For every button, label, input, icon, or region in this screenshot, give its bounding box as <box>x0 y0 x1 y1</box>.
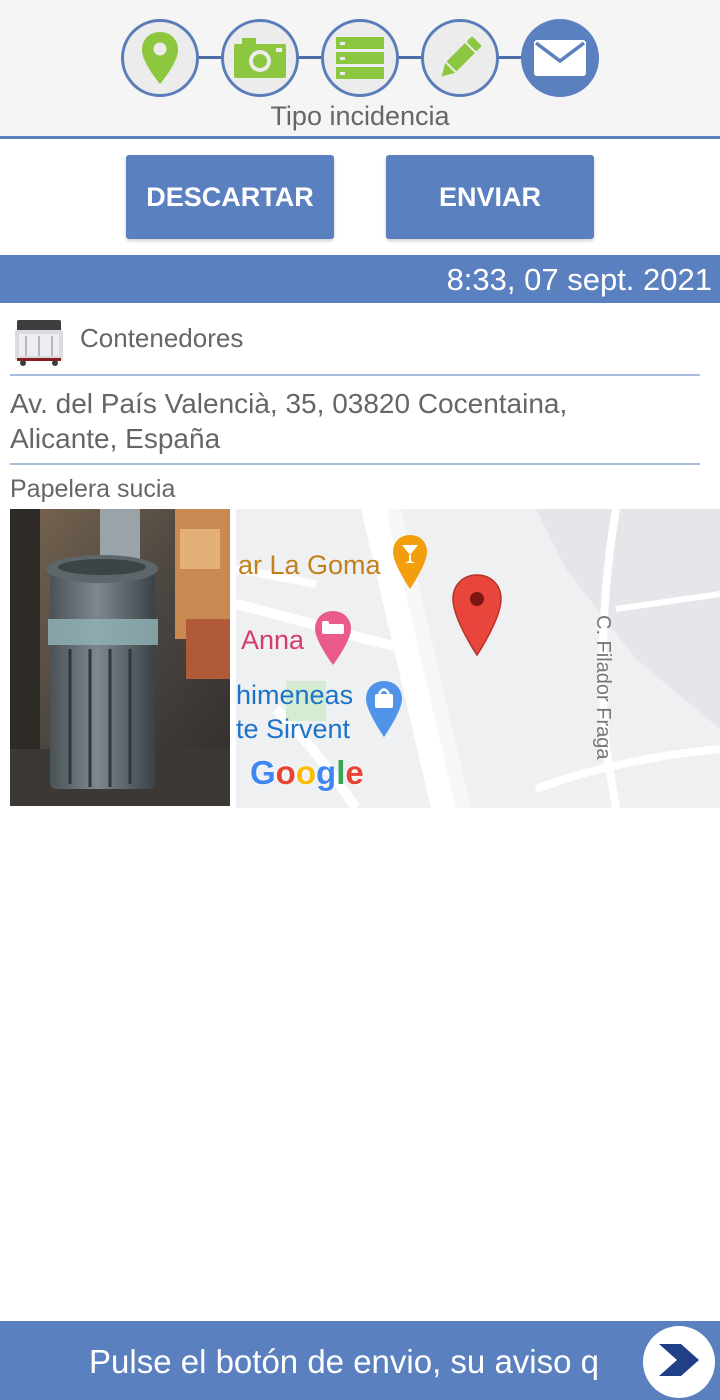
camera-icon <box>232 36 288 80</box>
location-map[interactable]: ar La Goma Anna himeneas te Sirvent C. F… <box>236 509 720 808</box>
container-icon <box>13 316 65 366</box>
pencil-icon <box>434 32 486 84</box>
incident-description: Papelera sucia <box>10 475 176 503</box>
google-logo: Google <box>250 754 364 792</box>
map-place-label: Anna <box>241 625 305 655</box>
date-bar: 8:33, 07 sept. 2021 <box>0 255 720 303</box>
info-banner: Pulse el botón de envio, su aviso q <box>0 1321 720 1400</box>
logo-letter: o <box>275 754 296 791</box>
discard-button[interactable]: DESCARTAR <box>126 155 334 239</box>
shop-pin-icon[interactable] <box>364 679 404 744</box>
location-pin-icon <box>140 30 180 86</box>
list-icon <box>334 35 386 81</box>
logo-letter: o <box>295 754 317 791</box>
map-place-label: te Sirvent <box>236 714 351 744</box>
map-street-label: C. Filador Fraga <box>592 615 614 760</box>
chevron-right-icon <box>655 1342 703 1383</box>
map-place-label: himeneas <box>236 680 354 710</box>
bar-pin-icon[interactable] <box>391 533 429 596</box>
step-location[interactable] <box>121 19 199 97</box>
logo-letter: e <box>345 754 364 791</box>
step-description[interactable] <box>421 19 499 97</box>
address-line-1: Av. del País Valencià, 35, 03820 Cocenta… <box>10 388 568 419</box>
step-type[interactable] <box>321 19 399 97</box>
logo-letter: l <box>336 754 346 791</box>
address-line-2: Alicante, España <box>10 423 221 454</box>
incident-report-screen: Tipo incidencia DESCARTAR ENVIAR 8:33, 0… <box>0 0 720 1400</box>
envelope-icon <box>533 39 587 77</box>
step-send[interactable] <box>521 19 599 97</box>
step-photo[interactable] <box>221 19 299 97</box>
report-datetime: 8:33, 07 sept. 2021 <box>446 262 712 297</box>
incident-photo[interactable] <box>10 509 230 806</box>
logo-letter: g <box>316 754 337 791</box>
logo-letter: G <box>250 754 276 791</box>
stepper-caption: Tipo incidencia <box>270 101 450 131</box>
location-marker-icon[interactable] <box>451 573 503 662</box>
map-place-label: ar La Goma <box>238 550 381 580</box>
hotel-pin-icon[interactable] <box>313 609 353 672</box>
progress-stepper: Tipo incidencia <box>0 0 720 139</box>
banner-message: Pulse el botón de envio, su aviso q <box>89 1343 600 1380</box>
send-button[interactable]: ENVIAR <box>386 155 594 239</box>
category-row: Contenedores <box>10 313 700 376</box>
category-label: Contenedores <box>80 323 244 353</box>
address-text: Av. del País Valencià, 35, 03820 Cocenta… <box>10 386 700 465</box>
next-button[interactable] <box>643 1326 715 1398</box>
